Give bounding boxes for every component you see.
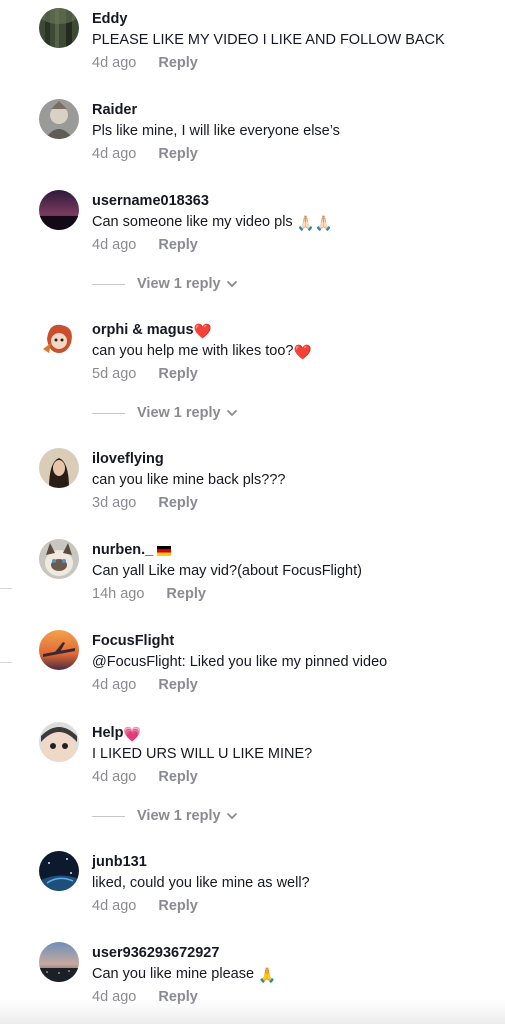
chevron-down-icon: [226, 410, 237, 417]
comment-time: 4d ago: [92, 146, 137, 162]
comment-time: 4d ago: [92, 898, 137, 914]
view-replies-label: View 1 reply: [137, 405, 221, 421]
comment-text-content: Can someone like my video pls: [92, 214, 293, 230]
comment-text: Can someone like my video pls 🙏🏻🙏🏻: [92, 213, 333, 233]
sparkling-heart-emoji-icon: 💗: [123, 727, 142, 743]
comment-text: @FocusFlight: Liked you like my pinned v…: [92, 654, 388, 670]
comment-username-text: Help: [92, 725, 124, 741]
reply-button[interactable]: Reply: [158, 769, 198, 785]
view-replies-button[interactable]: View 1 reply: [92, 275, 239, 293]
user-avatar[interactable]: [39, 851, 79, 891]
comment-time: 4d ago: [92, 769, 137, 785]
comment-username[interactable]: nurben._: [92, 541, 172, 561]
praying-hands-emoji-icon: 🙏: [258, 968, 277, 984]
user-avatar[interactable]: [39, 722, 79, 762]
bottom-fade: [0, 1000, 505, 1024]
edge-divider: [0, 588, 12, 589]
comment-text: can you help me with likes too?❤️: [92, 342, 312, 362]
user-avatar[interactable]: [39, 539, 79, 579]
comment-meta: 4d ago Reply: [92, 54, 198, 72]
comment-text: Pls like mine, I will like everyone else…: [92, 123, 340, 139]
reply-button[interactable]: Reply: [158, 146, 198, 162]
germany-flag-icon: [157, 543, 172, 561]
edge-divider: [0, 662, 12, 663]
user-avatar[interactable]: [39, 448, 79, 488]
user-avatar[interactable]: [39, 630, 79, 670]
user-avatar[interactable]: [39, 319, 79, 359]
reply-button[interactable]: Reply: [166, 586, 206, 602]
reply-button[interactable]: Reply: [158, 237, 198, 253]
divider-line: [92, 412, 125, 414]
comment-username[interactable]: FocusFlight: [92, 632, 174, 650]
comment-time: 3d ago: [92, 495, 137, 511]
comment-meta: 14h ago Reply: [92, 585, 206, 603]
reply-button[interactable]: Reply: [158, 495, 198, 511]
comment-username[interactable]: iloveflying: [92, 450, 164, 468]
comment-meta: 4d ago Reply: [92, 145, 198, 163]
comment-username[interactable]: Help💗: [92, 724, 141, 744]
view-replies-label: View 1 reply: [137, 276, 221, 292]
user-avatar[interactable]: [39, 99, 79, 139]
view-replies-button[interactable]: View 1 reply: [92, 807, 239, 825]
chevron-down-icon: [226, 813, 237, 820]
comment-username-text: orphi & magus: [92, 322, 194, 338]
comment-time: 5d ago: [92, 366, 137, 382]
view-replies-button[interactable]: View 1 reply: [92, 404, 239, 422]
comment-text-content: Can you like mine please: [92, 966, 255, 982]
comment-text: can you like mine back pls???: [92, 472, 286, 488]
user-avatar[interactable]: [39, 8, 79, 48]
comment-username-text: nurben._: [92, 542, 154, 558]
divider-line: [92, 283, 125, 285]
reply-button[interactable]: Reply: [158, 898, 198, 914]
comment-username[interactable]: Eddy: [92, 10, 127, 28]
comment-username[interactable]: username018363: [92, 192, 209, 210]
red-heart-emoji-icon: ❤️: [193, 324, 212, 340]
reply-button[interactable]: Reply: [158, 366, 198, 382]
comment-text-content: can you help me with likes too?: [92, 343, 294, 359]
comment-username[interactable]: user936293672927: [92, 944, 219, 962]
reply-button[interactable]: Reply: [158, 55, 198, 71]
comment-meta: 3d ago Reply: [92, 494, 198, 512]
red-heart-emoji-icon: ❤️: [293, 345, 312, 361]
comment-time: 4d ago: [92, 677, 137, 693]
comment-username[interactable]: Raider: [92, 101, 137, 119]
comment-time: 4d ago: [92, 55, 137, 71]
comment-text: Can you like mine please 🙏: [92, 965, 276, 985]
comment-username[interactable]: orphi & magus❤️: [92, 321, 212, 341]
reply-button[interactable]: Reply: [158, 677, 198, 693]
comment-meta: 5d ago Reply: [92, 365, 198, 383]
comment-meta: 4d ago Reply: [92, 676, 198, 694]
comment-text: I LIKED URS WILL U LIKE MINE?: [92, 746, 313, 762]
comment-text: Can yall Like may vid?(about FocusFlight…: [92, 563, 362, 579]
comment-meta: 4d ago Reply: [92, 768, 198, 786]
user-avatar[interactable]: [39, 190, 79, 230]
chevron-down-icon: [226, 281, 237, 288]
praying-hands-emoji-icon: 🙏🏻🙏🏻: [296, 216, 333, 232]
user-avatar[interactable]: [39, 942, 79, 982]
divider-line: [92, 815, 125, 817]
comment-meta: 4d ago Reply: [92, 897, 198, 915]
comment-username[interactable]: junb131: [92, 853, 147, 871]
comment-text: PLEASE LIKE MY VIDEO I LIKE AND FOLLOW B…: [92, 32, 445, 48]
comment-meta: 4d ago Reply: [92, 236, 198, 254]
comment-text: liked, could you like mine as well?: [92, 875, 310, 891]
comment-time: 4d ago: [92, 237, 137, 253]
comment-time: 14h ago: [92, 586, 145, 602]
view-replies-label: View 1 reply: [137, 808, 221, 824]
